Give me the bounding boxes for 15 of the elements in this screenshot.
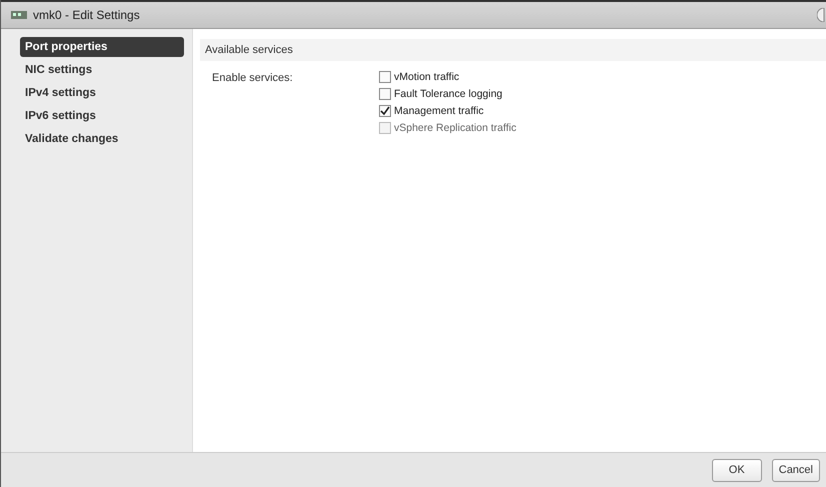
field-label: Enable services: — [212, 71, 294, 86]
service-checkbox[interactable]: Fault Tolerance logging — [379, 88, 516, 100]
ok-button[interactable]: OK — [712, 458, 762, 482]
checkmark-icon — [380, 106, 390, 116]
sidebar-item[interactable]: IPv4 settings — [20, 83, 184, 103]
sidebar-item[interactable]: IPv6 settings — [20, 106, 184, 126]
section-header: Available services — [200, 39, 826, 61]
sidebar-item[interactable]: Validate changes — [20, 129, 184, 149]
service-checkbox[interactable]: Management traffic — [379, 105, 516, 117]
sidebar-item[interactable]: NIC settings — [20, 60, 184, 80]
network-adapter-icon — [11, 10, 27, 20]
window-title: vmk0 - Edit Settings — [33, 8, 141, 22]
cancel-button[interactable]: Cancel — [772, 458, 820, 482]
sidebar-item[interactable]: Port properties — [20, 37, 184, 57]
service-checkbox[interactable]: vMotion traffic — [379, 71, 516, 83]
